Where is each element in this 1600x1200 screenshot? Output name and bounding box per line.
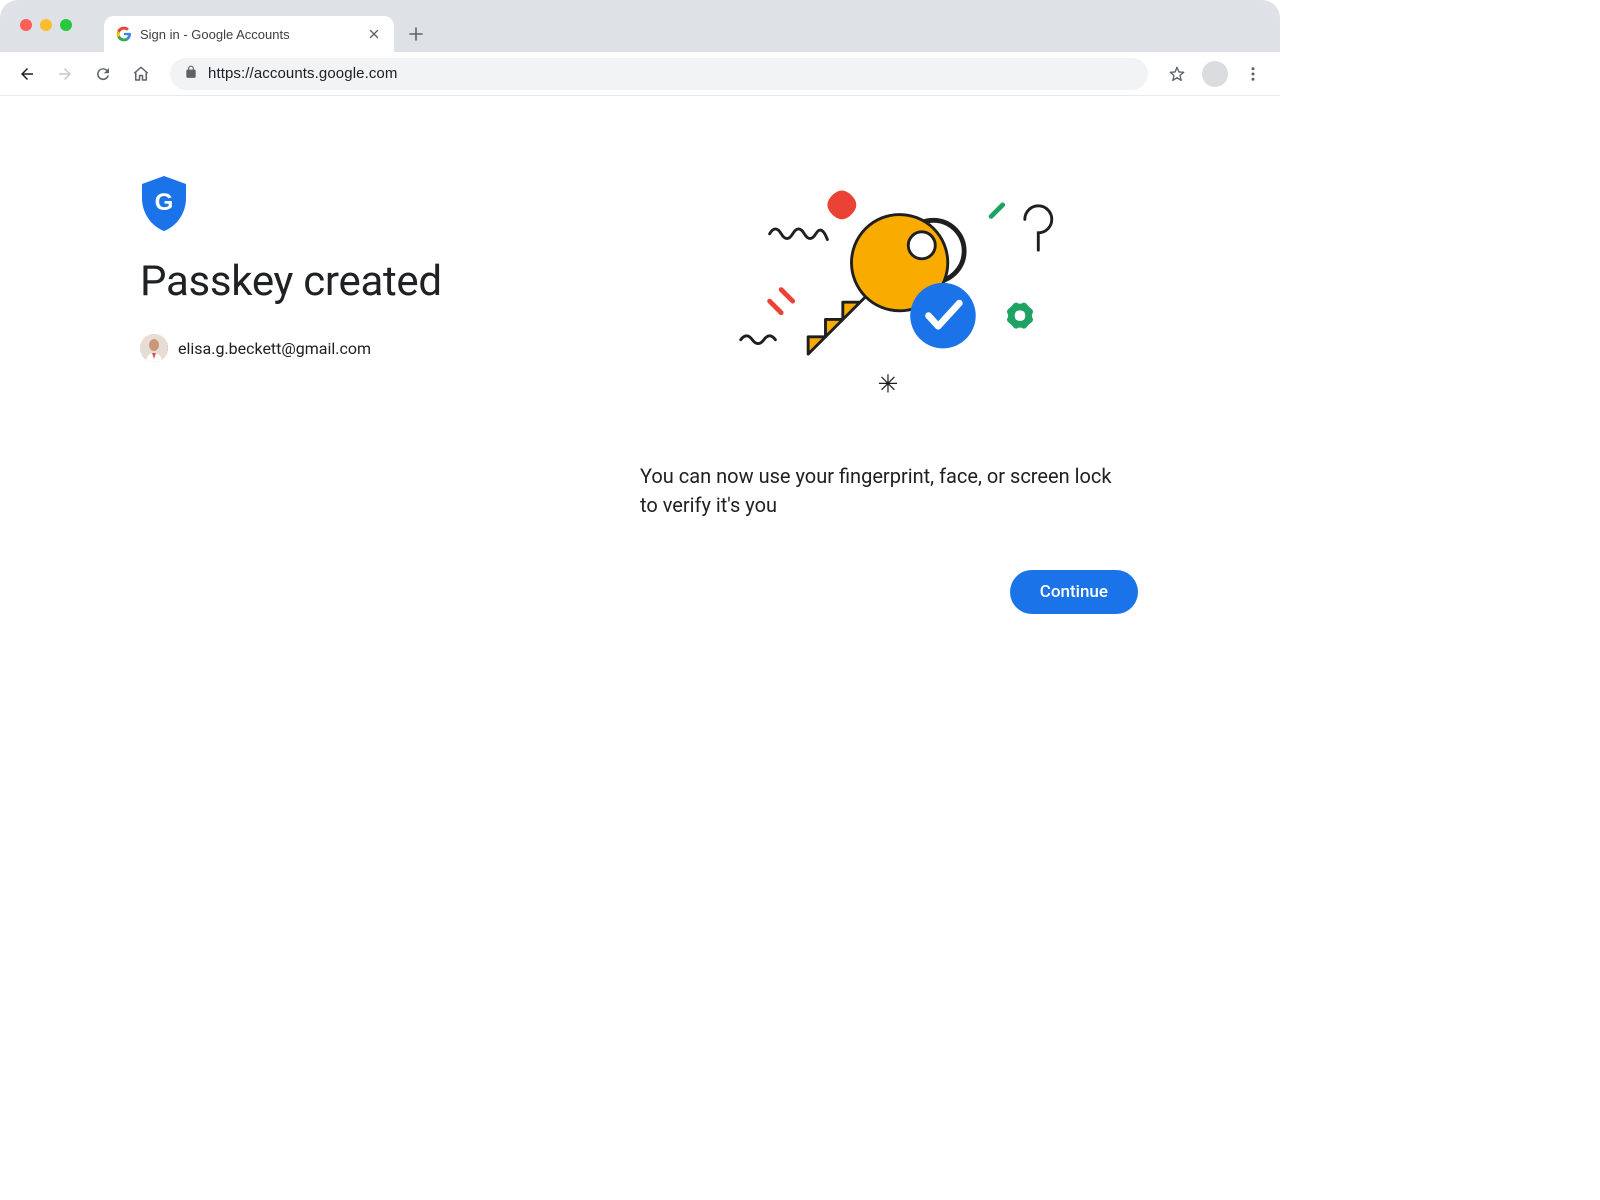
new-tab-button[interactable]	[408, 16, 424, 52]
bookmark-button[interactable]	[1160, 57, 1194, 91]
window-controls	[12, 19, 72, 52]
window-minimize-button[interactable]	[40, 19, 52, 31]
reload-button[interactable]	[86, 57, 120, 91]
forward-button[interactable]	[48, 57, 82, 91]
tab-title: Sign in - Google Accounts	[140, 27, 358, 42]
button-row: Continue	[640, 570, 1140, 614]
window-maximize-button[interactable]	[60, 19, 72, 31]
browser-tab-strip: Sign in - Google Accounts	[0, 0, 1280, 52]
menu-button[interactable]	[1236, 57, 1270, 91]
lock-icon	[184, 64, 198, 83]
google-shield-icon: G	[140, 176, 188, 231]
url-text: https://accounts.google.com	[208, 65, 397, 82]
browser-toolbar: https://accounts.google.com	[0, 52, 1280, 96]
account-avatar	[140, 334, 168, 362]
page-content: G Passkey created elisa.g.beckett@gmail.…	[0, 96, 1280, 614]
confirmation-text: You can now use your fingerprint, face, …	[640, 462, 1120, 520]
window-close-button[interactable]	[20, 19, 32, 31]
tab-close-button[interactable]	[366, 26, 382, 42]
svg-text:✳: ✳	[877, 371, 898, 400]
account-chip[interactable]: elisa.g.beckett@gmail.com	[140, 334, 620, 362]
continue-button[interactable]: Continue	[1010, 570, 1138, 614]
page-title: Passkey created	[140, 257, 620, 306]
browser-tab[interactable]: Sign in - Google Accounts	[104, 16, 394, 52]
home-button[interactable]	[124, 57, 158, 91]
right-column: ✳ You can now use your fingerprint, face…	[640, 176, 1140, 614]
google-favicon-icon	[116, 26, 132, 42]
svg-text:G: G	[155, 189, 174, 216]
left-column: G Passkey created elisa.g.beckett@gmail.…	[140, 176, 620, 614]
profile-button[interactable]	[1198, 57, 1232, 91]
back-button[interactable]	[10, 57, 44, 91]
account-email: elisa.g.beckett@gmail.com	[178, 339, 371, 358]
passkey-illustration: ✳	[640, 176, 1140, 436]
address-bar[interactable]: https://accounts.google.com	[170, 58, 1148, 90]
